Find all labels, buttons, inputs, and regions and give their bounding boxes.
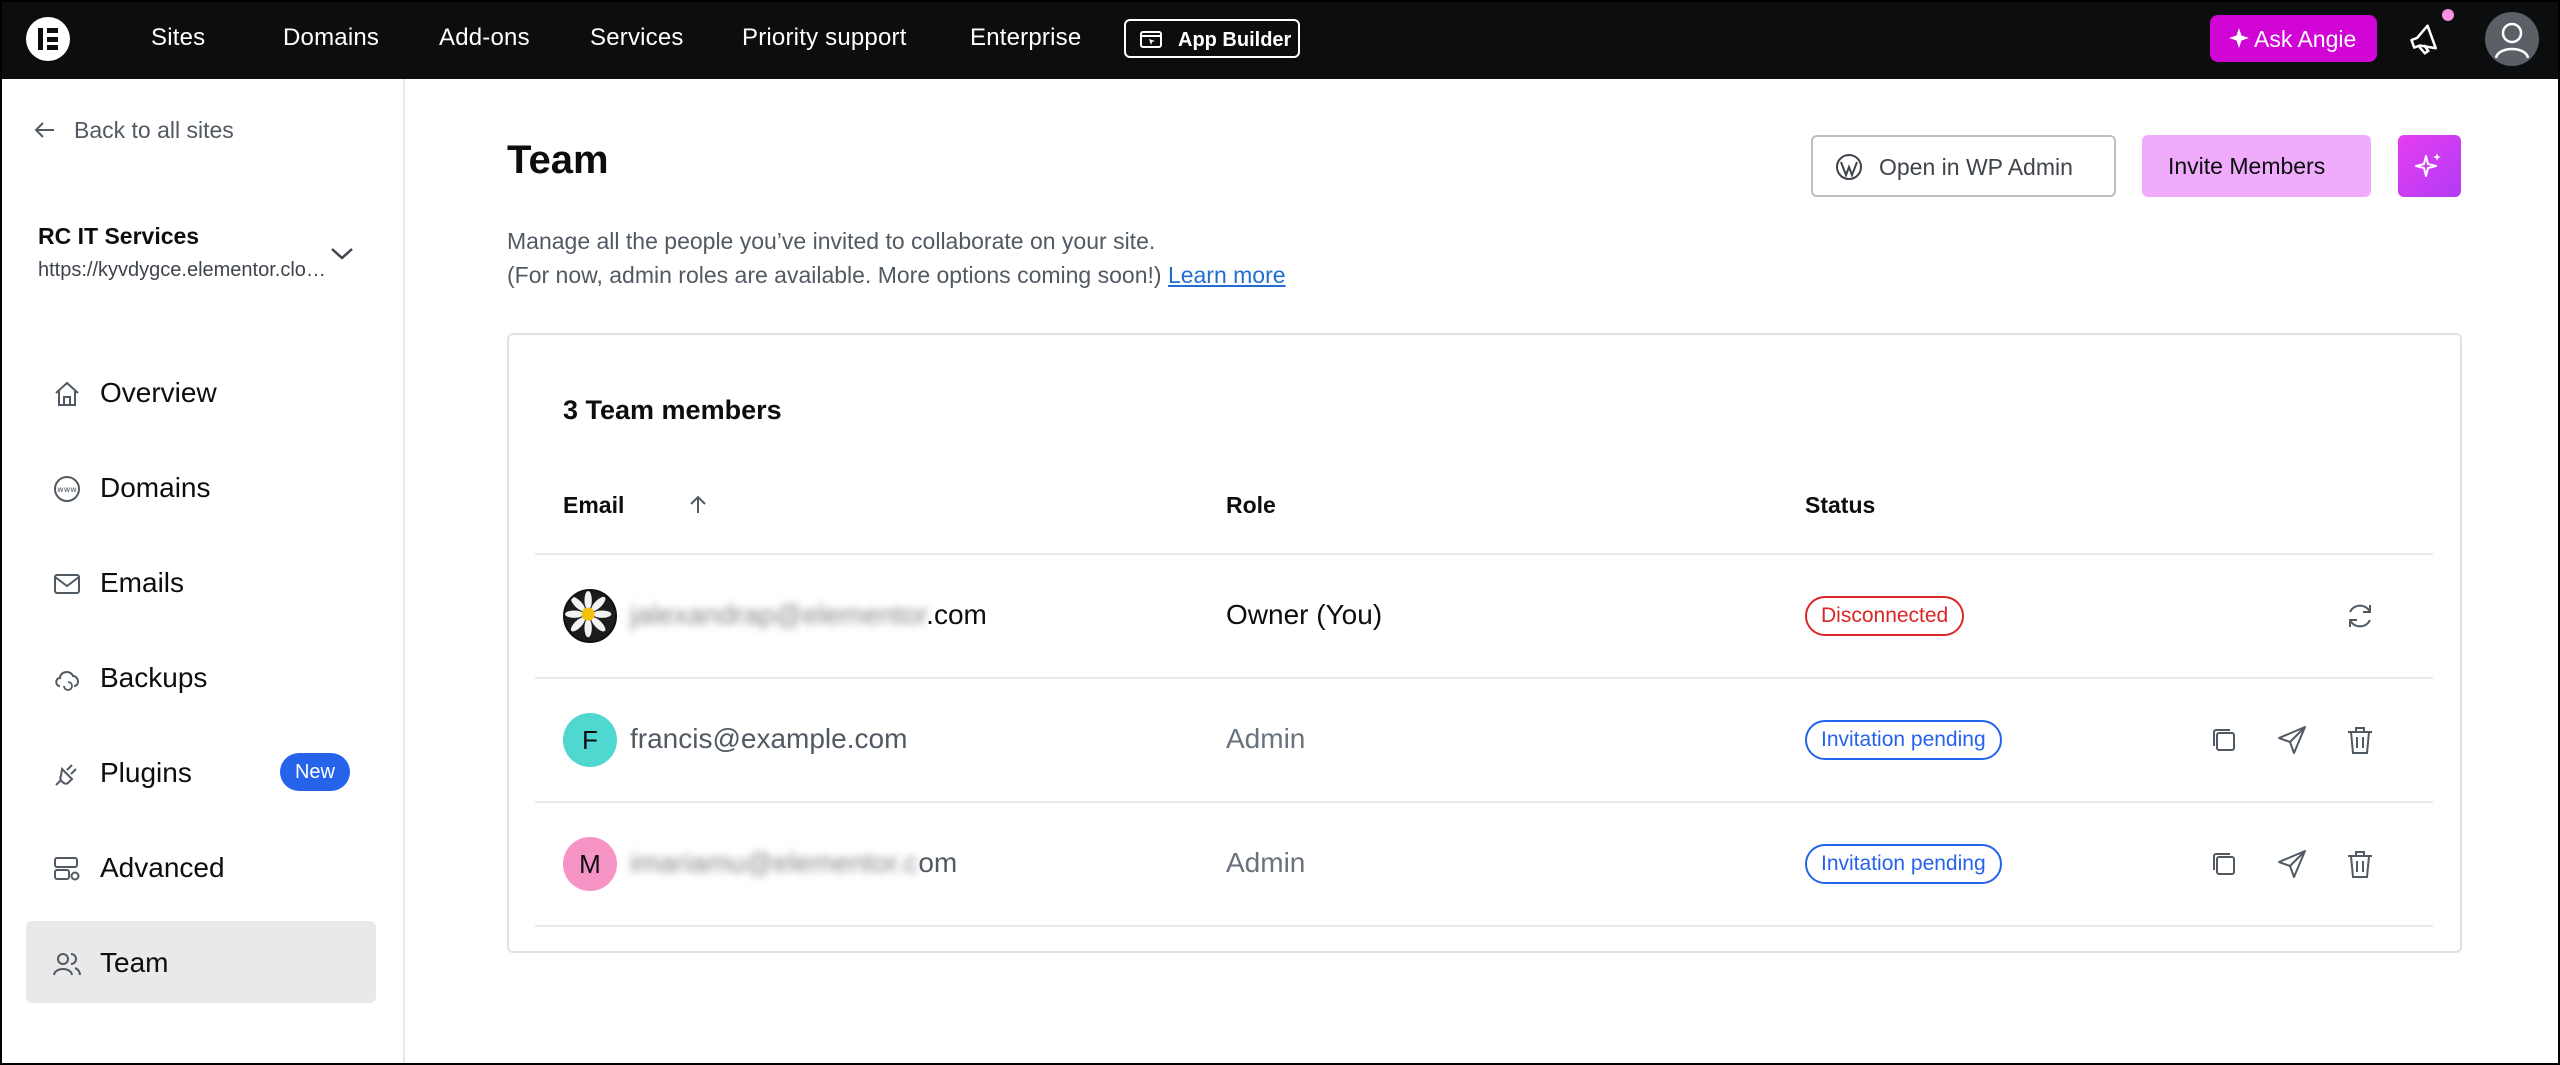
sidebar-item-domains[interactable]: www Domains: [26, 446, 376, 528]
member-role: Owner (You): [1226, 599, 1383, 630]
trash-icon[interactable]: [2343, 723, 2377, 757]
nav-enterprise[interactable]: Enterprise: [970, 24, 1081, 52]
open-wp-admin-button[interactable]: Open in WP Admin: [1811, 135, 2116, 197]
sidebar-item-label: Advanced: [100, 852, 225, 883]
avatar: M: [563, 837, 617, 891]
reconnect-icon[interactable]: [2343, 599, 2377, 633]
status-badge: Disconnected: [1805, 596, 1965, 636]
www-icon: www: [54, 476, 80, 502]
sidebar-item-label: Overview: [100, 377, 217, 408]
plug-icon: [55, 764, 77, 786]
page-title: Team: [507, 138, 609, 182]
nav-services[interactable]: Services: [590, 24, 684, 52]
home-icon: [55, 381, 79, 406]
trash-icon[interactable]: [2343, 847, 2377, 881]
users-icon: [53, 953, 81, 976]
page-description: Manage all the people you’ve invited to …: [507, 228, 1156, 254]
send-icon[interactable]: [2275, 847, 2309, 881]
row-divider: [535, 925, 2433, 927]
page-description-note: (For now, admin roles are available. Mor…: [507, 262, 1286, 289]
notification-dot: [2442, 9, 2454, 21]
sidebar-item-team[interactable]: Team: [26, 921, 376, 1003]
sidebar: Back to all sites RC IT Services https:/…: [0, 79, 405, 1065]
nav-sites[interactable]: Sites: [151, 24, 205, 52]
sidebar-item-emails[interactable]: Emails: [26, 541, 376, 623]
sidebar-item-label: Domains: [100, 472, 211, 503]
app-builder-label: App Builder: [1178, 29, 1292, 51]
status-badge: Invitation pending: [1805, 720, 2002, 760]
table-row: F francis@example.com Admin Invitation p…: [535, 679, 2433, 801]
new-badge: New: [280, 753, 350, 791]
app-builder-icon: [1140, 31, 1162, 48]
email-redacted-part: jalexandrap@elementor: [630, 599, 927, 630]
top-navigation: Sites Domains Add-ons Services Priority …: [0, 0, 2560, 79]
site-url: https://kyvdygce.elementor.cloud: [38, 259, 328, 281]
sidebar-item-advanced[interactable]: Advanced: [26, 826, 376, 908]
sparkles-icon: [2415, 153, 2441, 177]
sidebar-item-overview[interactable]: Overview: [26, 351, 376, 433]
open-wp-admin-label: Open in WP Admin: [1879, 154, 2073, 180]
team-count-title: 3 Team members: [563, 395, 782, 425]
site-name: RC IT Services: [38, 223, 200, 249]
team-members-card: 3 Team members Email Role Status jalexan…: [507, 333, 2462, 953]
description-note-text: (For now, admin roles are available. Mor…: [507, 262, 1162, 288]
column-email-label: Email: [563, 492, 625, 518]
nav-priority-support[interactable]: Priority support: [742, 24, 907, 52]
chevron-down-icon: [331, 248, 353, 260]
column-header-email[interactable]: Email: [563, 492, 706, 519]
email-visible-part: om: [918, 847, 958, 878]
svg-text:www: www: [57, 485, 77, 494]
column-header-role: Role: [1226, 492, 1276, 518]
arrow-left-icon: [34, 122, 54, 138]
column-header-status: Status: [1805, 492, 1876, 518]
status-badge: Invitation pending: [1805, 844, 2002, 884]
server-settings-icon: [54, 857, 80, 881]
nav-domains[interactable]: Domains: [283, 24, 379, 52]
sort-ascending-icon[interactable]: [687, 494, 709, 516]
send-icon[interactable]: [2275, 723, 2309, 757]
cloud-backup-icon: [55, 671, 79, 691]
sidebar-item-label: Plugins: [100, 757, 192, 788]
member-email: jalexandrap@elementor.com: [630, 599, 987, 631]
sidebar-item-backups[interactable]: Backups: [26, 636, 376, 718]
sidebar-item-label: Emails: [100, 567, 185, 598]
site-selector[interactable]: RC IT Services https://kyvdygce.elemento…: [38, 223, 368, 293]
learn-more-link[interactable]: Learn more: [1168, 262, 1286, 288]
user-avatar-icon[interactable]: [2485, 12, 2539, 66]
member-email: imariamu@elementor.com: [630, 847, 957, 879]
ask-angie-button[interactable]: Ask Angie: [2210, 15, 2377, 62]
ai-assistant-button[interactable]: [2398, 135, 2461, 197]
avatar: [563, 589, 617, 643]
member-role: Admin: [1226, 723, 1306, 754]
invite-members-button[interactable]: Invite Members: [2142, 135, 2371, 197]
email-redacted-part: imariamu@elementor.c: [630, 847, 919, 878]
sidebar-item-label: Team: [100, 947, 169, 978]
copy-icon[interactable]: [2207, 723, 2241, 757]
back-link-label: Back to all sites: [74, 117, 234, 143]
ask-angie-label: Ask Angie: [2254, 26, 2357, 52]
mail-icon: [54, 574, 80, 594]
app-builder-button[interactable]: App Builder: [1124, 19, 1300, 58]
sparkle-icon: [2229, 28, 2249, 48]
elementor-logo-icon[interactable]: [26, 17, 70, 61]
copy-icon[interactable]: [2207, 847, 2241, 881]
member-email: francis@example.com: [630, 723, 908, 754]
sidebar-item-label: Backups: [100, 662, 208, 693]
megaphone-icon[interactable]: [2406, 20, 2446, 58]
table-row: jalexandrap@elementor.com Owner (You) Di…: [535, 555, 2433, 677]
sidebar-item-plugins[interactable]: Plugins New: [26, 731, 376, 813]
nav-addons[interactable]: Add-ons: [439, 24, 530, 52]
email-visible-part: .com: [926, 599, 987, 630]
invite-members-label: Invite Members: [2168, 153, 2326, 179]
member-role: Admin: [1226, 847, 1306, 878]
table-row: M imariamu@elementor.com Admin Invitatio…: [535, 803, 2433, 925]
wordpress-icon: [1836, 154, 1862, 180]
avatar: F: [563, 713, 617, 767]
